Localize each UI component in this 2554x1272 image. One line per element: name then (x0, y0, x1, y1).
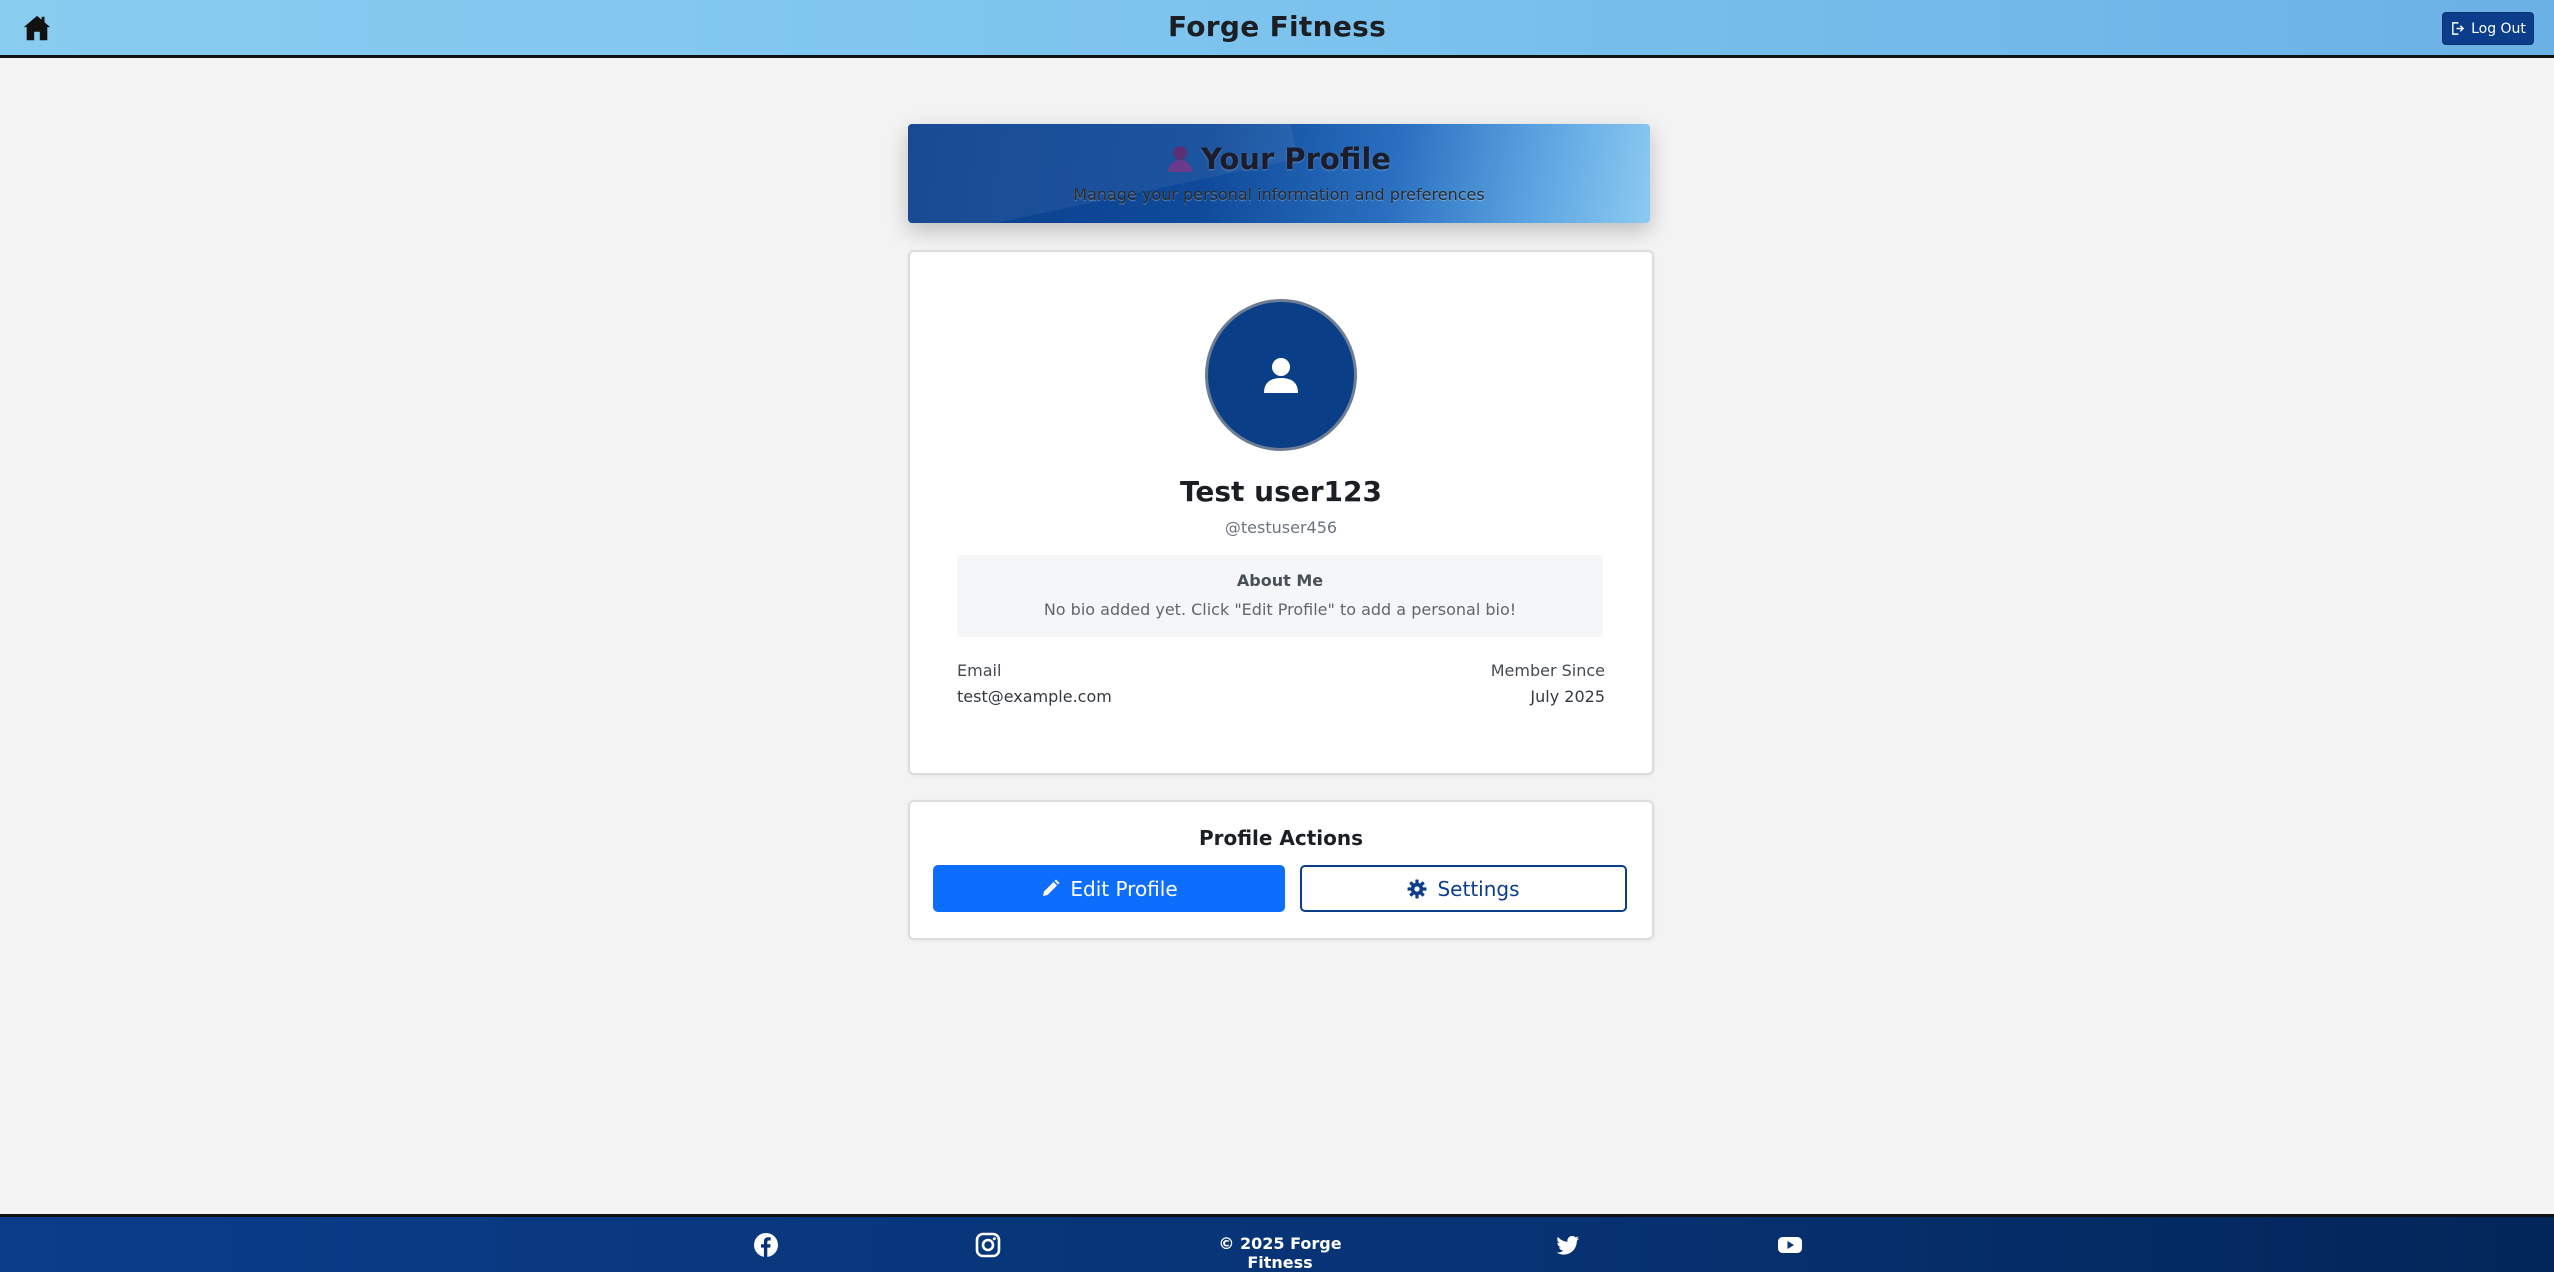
settings-label: Settings (1437, 876, 1520, 901)
footer-copyright: © 2025 Forge Fitness (1218, 1234, 1342, 1272)
brand-title: Forge Fitness (1167, 10, 1387, 43)
about-me-box: About Me No bio added yet. Click "Edit P… (957, 555, 1603, 637)
email-value: test@example.com (957, 687, 1112, 706)
edit-profile-button[interactable]: Edit Profile (933, 865, 1285, 912)
about-me-text: No bio added yet. Click "Edit Profile" t… (1043, 600, 1517, 619)
about-me-title: About Me (1236, 571, 1324, 590)
logout-button[interactable]: Log Out (2442, 12, 2534, 45)
user-icon (1264, 358, 1298, 393)
twitter-icon[interactable] (1555, 1232, 1581, 1258)
profile-actions-title: Profile Actions (1198, 826, 1364, 850)
profile-card: Test user123 @testuser456 About Me No bi… (908, 250, 1654, 775)
top-navbar: Forge Fitness Log Out (0, 0, 2554, 58)
banner-title-text: Your Profile (1201, 142, 1391, 176)
avatar (1205, 299, 1357, 451)
logout-icon (2452, 22, 2465, 35)
person-emoji-icon (1167, 145, 1193, 173)
banner-subtitle: Manage your personal information and pre… (1073, 185, 1485, 204)
profile-actions-card: Profile Actions Edit Profile Settings (908, 800, 1654, 940)
settings-button[interactable]: Settings (1300, 865, 1627, 912)
youtube-icon[interactable] (1777, 1232, 1803, 1258)
profile-header-banner: Your Profile Manage your personal inform… (908, 124, 1650, 223)
edit-profile-label: Edit Profile (1070, 876, 1178, 901)
instagram-icon[interactable] (975, 1232, 1001, 1258)
facebook-icon[interactable] (753, 1232, 779, 1258)
display-name: Test user123 (1179, 475, 1382, 508)
member-since-value: July 2025 (1530, 687, 1605, 706)
logout-label: Log Out (2471, 20, 2526, 37)
gear-icon (1407, 879, 1427, 898)
member-since-label: Member Since (1490, 661, 1605, 680)
pencil-icon (1043, 879, 1060, 896)
username-handle: @testuser456 (1224, 518, 1338, 537)
banner-title: Your Profile (908, 142, 1650, 176)
footer: © 2025 Forge Fitness (0, 1214, 2554, 1272)
email-label: Email (957, 661, 1002, 680)
